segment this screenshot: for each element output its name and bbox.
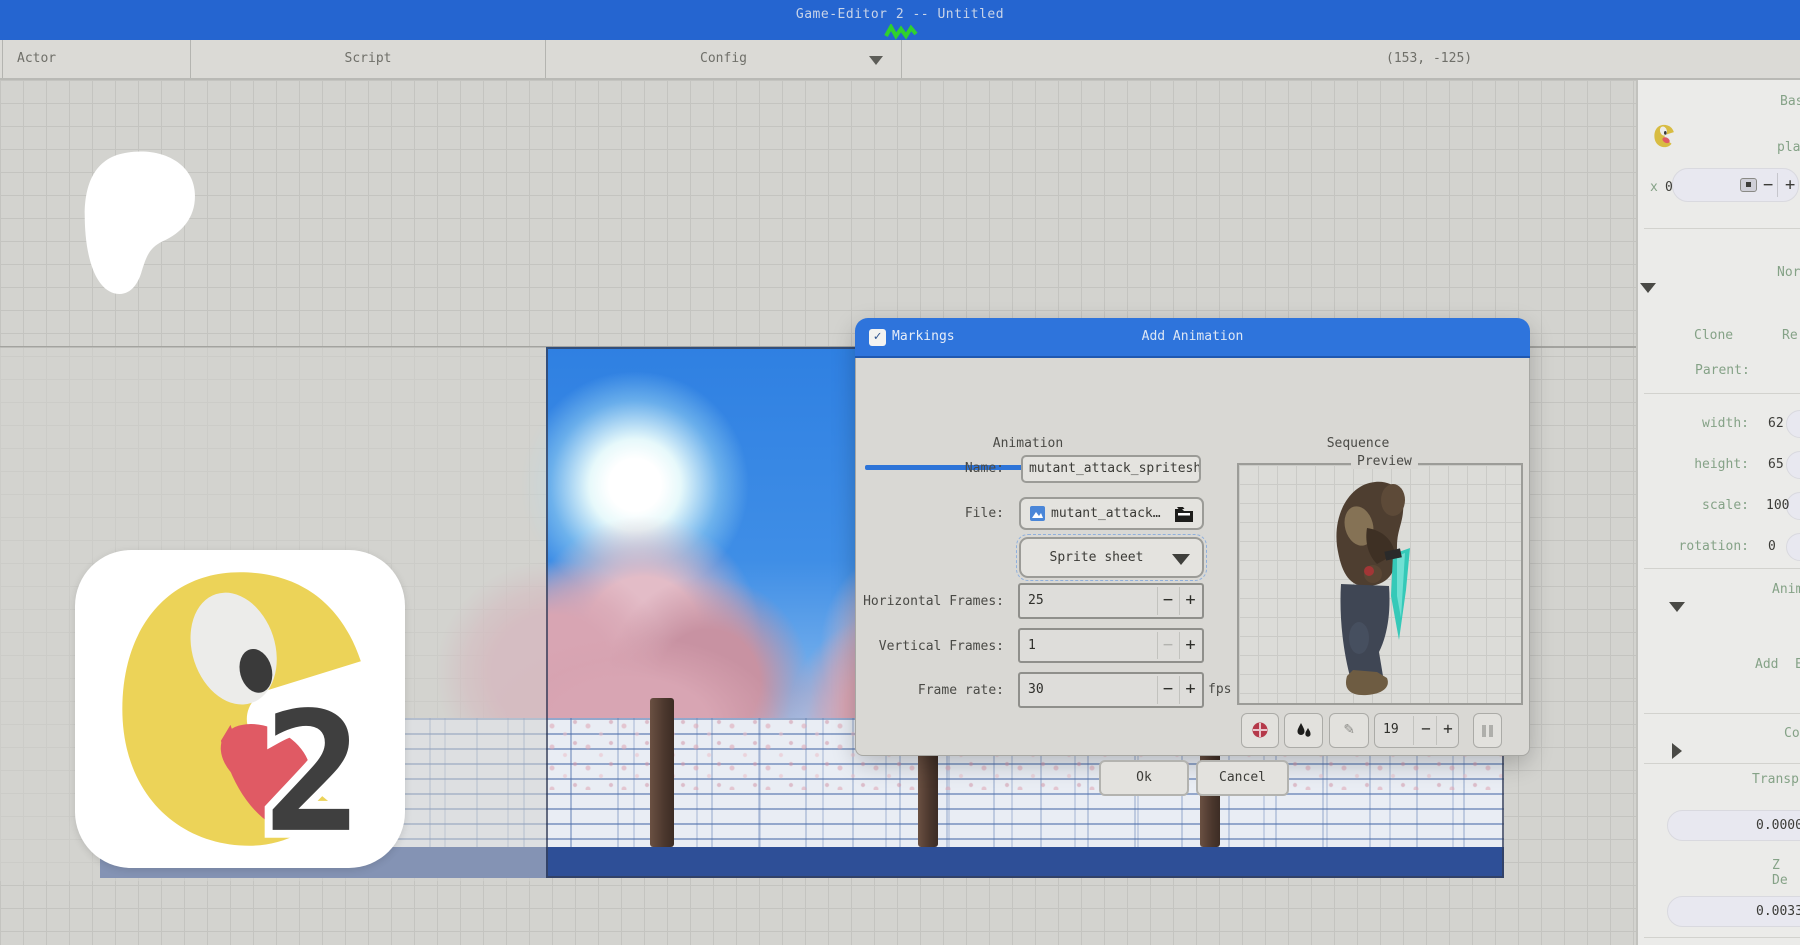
frame-minus-button[interactable]: − (1416, 714, 1436, 744)
x-plus-button[interactable]: + (1785, 169, 1795, 201)
transparency-slider[interactable]: 0.0000 (1667, 810, 1800, 841)
file-input[interactable]: mutant_attack… (1019, 497, 1204, 530)
hframes-value: 25 (1028, 585, 1044, 617)
framerate-label: Frame rate: (856, 683, 1004, 698)
target-icon (1251, 721, 1269, 739)
add-animation-button[interactable]: Add (1755, 657, 1778, 672)
frame-plus-button[interactable]: + (1438, 714, 1458, 744)
menu-config[interactable]: Config (545, 40, 901, 78)
chevron-down-icon (869, 56, 883, 65)
x-coordinate-label: x (1650, 180, 1658, 195)
height-value: 65 (1768, 457, 1784, 472)
frame-stepper[interactable]: 19 − + (1374, 713, 1459, 748)
actor-properties-panel: Bas pla x 0 − + Nor Clone Re Parent: wid… (1636, 80, 1800, 945)
width-value: 62 (1768, 416, 1784, 431)
zdepth-label: Z De (1772, 858, 1800, 888)
cancel-button[interactable]: Cancel (1196, 760, 1289, 796)
section-basic-label[interactable]: Bas (1780, 94, 1800, 109)
center-point-button[interactable] (1241, 713, 1279, 748)
chevron-down-icon (1172, 554, 1190, 565)
name-label: Name: (856, 461, 1004, 476)
framerate-value: 30 (1028, 674, 1044, 706)
preview-label: Preview (1351, 454, 1418, 469)
transparency-value: 0.0000 (1756, 811, 1800, 840)
name-input[interactable]: mutant_attack_spritesh (1021, 455, 1201, 483)
edit-sprite-button[interactable]: ✎ (1329, 713, 1369, 748)
scale-label: scale: (1638, 498, 1749, 513)
animation-type-value: Sprite sheet (1021, 539, 1172, 576)
section-normal-label[interactable]: Nor (1777, 265, 1800, 280)
zdepth-slider[interactable]: 0.0033 (1667, 896, 1800, 927)
animation-type-select[interactable]: Sprite sheet (1019, 537, 1204, 578)
framerate-stepper[interactable]: 30 − + (1018, 672, 1204, 708)
pencil-icon: ✎ (1344, 719, 1354, 739)
framerate-minus-button[interactable]: − (1158, 674, 1178, 705)
file-value: mutant_attack… (1051, 499, 1161, 528)
coords-cell: (153, -125) (901, 40, 1800, 78)
open-file-icon[interactable] (1174, 505, 1194, 523)
x-minus-button[interactable]: − (1763, 169, 1773, 201)
ink-drops-icon (1295, 721, 1313, 739)
section-color-label[interactable]: Col (1784, 726, 1800, 741)
vframes-stepper[interactable]: 1 − + (1018, 628, 1204, 663)
keyboard-input-icon[interactable] (1740, 178, 1757, 192)
mutant-sprite (1307, 467, 1427, 699)
animation-preview (1237, 463, 1523, 705)
pacman2-icon: 2 (75, 550, 405, 868)
parent-label[interactable]: Parent: (1695, 363, 1750, 378)
file-label: File: (856, 506, 1004, 521)
transparency-label: Transp (1752, 772, 1799, 787)
scale-value: 100 (1766, 498, 1789, 513)
rotation-value: 0 (1768, 539, 1776, 554)
zdepth-value: 0.0033 (1756, 897, 1800, 926)
dialog-body: Animation Sequence Name: mutant_attack_s… (855, 358, 1530, 756)
frame-count-value: 19 (1383, 714, 1399, 745)
ok-button[interactable]: Ok (1099, 760, 1189, 796)
dialog-titlebar[interactable]: ✓ Markings Add Animation (855, 318, 1530, 358)
fps-unit-label: fps (1208, 672, 1231, 708)
collapse-arrow-icon[interactable] (1669, 602, 1685, 612)
height-label: height: (1638, 457, 1749, 472)
menubar: Actor Script Config (153, -125) (0, 40, 1800, 80)
width-label: width: (1638, 416, 1749, 431)
vframes-plus-button[interactable]: + (1180, 630, 1201, 661)
x-coordinate-stepper[interactable]: − + (1672, 168, 1799, 202)
hframes-plus-button[interactable]: + (1180, 585, 1201, 616)
svg-text:2: 2 (263, 677, 363, 868)
name-value: mutant_attack_spritesh (1029, 457, 1201, 481)
activity-zigzag-icon (884, 24, 918, 40)
cursor-coordinates: (153, -125) (1386, 40, 1472, 78)
menu-actor[interactable]: Actor (2, 40, 190, 78)
vframes-value: 1 (1028, 630, 1036, 662)
vframes-minus-button[interactable]: − (1158, 630, 1178, 661)
add-animation-dialog: ✓ Markings Add Animation Animation Seque… (855, 318, 1530, 756)
vframes-label: Vertical Frames: (856, 639, 1004, 654)
window-title: Game-Editor 2 -- Untitled (0, 7, 1800, 22)
edit-animation-button[interactable]: E (1795, 657, 1800, 672)
pause-button[interactable] (1473, 713, 1502, 748)
transparency-color-button[interactable] (1284, 713, 1323, 748)
actor-thumbnail-icon[interactable] (1651, 123, 1677, 149)
hframes-minus-button[interactable]: − (1158, 585, 1178, 616)
hframes-label: Horizontal Frames: (856, 594, 1004, 609)
dialog-title: Add Animation (855, 318, 1530, 358)
game-editor2-logo: 2 (75, 550, 405, 868)
collapse-arrow-icon[interactable] (1640, 283, 1656, 293)
behavior-label[interactable]: pla (1777, 140, 1800, 155)
section-animation-label[interactable]: Anim (1772, 582, 1800, 597)
menu-config-label: Config (700, 51, 747, 66)
window-titlebar: Game-Editor 2 -- Untitled (0, 0, 1800, 40)
rotation-label: rotation: (1638, 539, 1749, 554)
menu-script[interactable]: Script (190, 40, 545, 78)
framerate-plus-button[interactable]: + (1180, 674, 1201, 705)
hframes-stepper[interactable]: 25 − + (1018, 583, 1204, 619)
clone-button[interactable]: Clone (1694, 328, 1733, 343)
image-icon (1030, 506, 1045, 521)
pause-icon (1482, 725, 1486, 737)
expand-arrow-icon[interactable] (1672, 743, 1682, 759)
remove-button[interactable]: Re (1782, 328, 1798, 343)
patreon-logo (74, 150, 208, 298)
